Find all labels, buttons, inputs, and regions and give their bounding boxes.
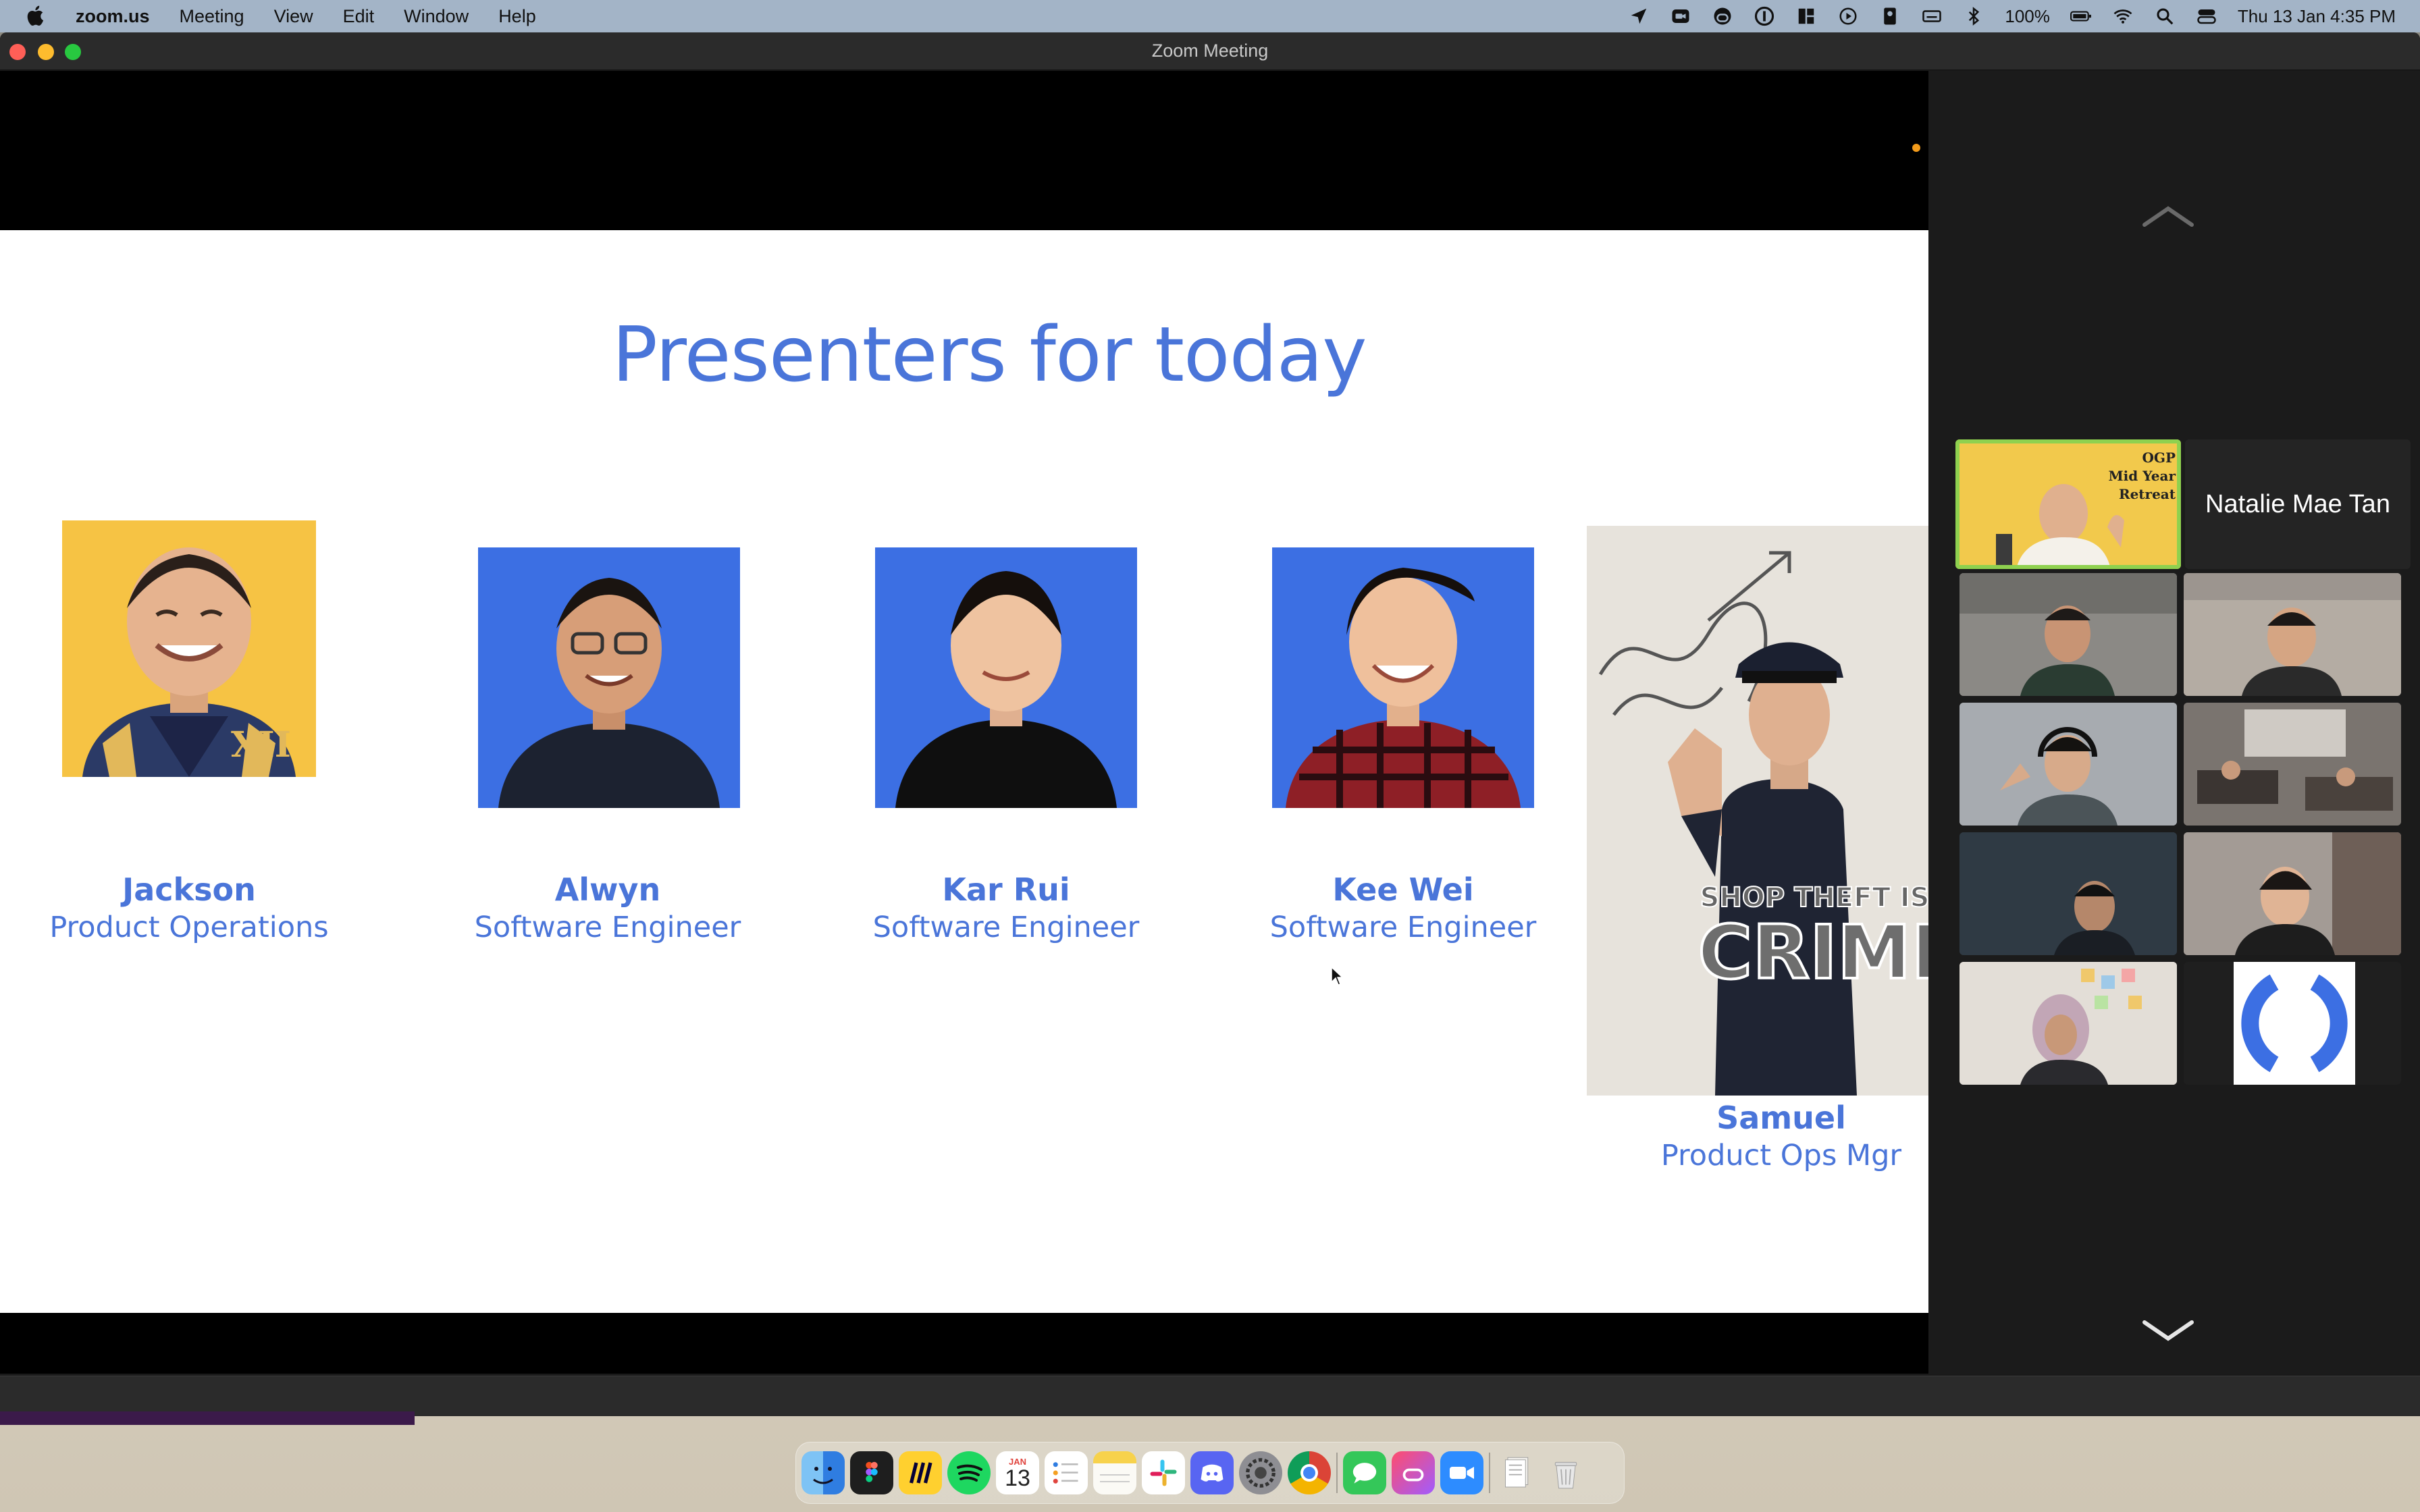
creative-cloud-app-icon[interactable] [1392, 1451, 1435, 1494]
tile-text-line: Mid Year [2108, 468, 2176, 484]
creative-cloud-icon[interactable] [1712, 5, 1733, 27]
spotify-icon[interactable] [947, 1451, 991, 1494]
participant-name: Natalie Mae Tan [2205, 489, 2390, 518]
video-tile-participant[interactable] [2184, 703, 2401, 826]
discord-icon[interactable] [1190, 1451, 1234, 1494]
documents-stack-icon[interactable] [1496, 1451, 1539, 1494]
apple-icon[interactable] [24, 4, 46, 28]
svg-text:XII: XII [231, 724, 291, 765]
maximize-window-button[interactable] [65, 44, 81, 60]
trash-icon[interactable] [1544, 1451, 1587, 1494]
mouse-cursor-icon [1331, 966, 1344, 986]
background-window-bar [0, 1411, 415, 1425]
video-tile-participant[interactable] [2184, 832, 2401, 955]
presenter-name: Kar Rui [942, 871, 1070, 908]
layout-icon[interactable] [1795, 5, 1817, 27]
video-tile-participant[interactable] [2184, 573, 2401, 696]
video-tile-active-speaker[interactable]: OGP Mid Year Retreat [1955, 439, 2181, 569]
video-tile-participant[interactable] [1959, 703, 2177, 826]
tile-text-line: OGP [2142, 450, 2176, 466]
control-center-icon[interactable] [2196, 5, 2217, 27]
presenter-role: Software Engineer [872, 911, 1140, 944]
chevron-down-icon[interactable] [2131, 1313, 2205, 1347]
poster-text-large: CRIME [1697, 908, 1928, 997]
finder-icon[interactable] [801, 1451, 845, 1494]
close-window-button[interactable] [9, 44, 26, 60]
menu-view[interactable]: View [274, 6, 313, 27]
menu-bar: zoom.us Meeting View Edit Window Help 10… [0, 0, 2420, 32]
video-tile-participant[interactable] [1959, 962, 2177, 1085]
video-tile-avatar[interactable] [2184, 962, 2401, 1085]
location-arrow-icon[interactable] [1628, 5, 1650, 27]
menu-meeting[interactable]: Meeting [180, 6, 244, 27]
messages-icon[interactable] [1343, 1451, 1386, 1494]
menu-window[interactable]: Window [404, 6, 469, 27]
figma-icon[interactable] [850, 1451, 893, 1494]
notes-icon[interactable] [1093, 1451, 1136, 1494]
presenter-photo [875, 547, 1137, 808]
dock-separator [1489, 1453, 1490, 1493]
tile-text-line: Retreat [2118, 486, 2176, 502]
chevron-up-icon[interactable] [2131, 199, 2205, 233]
presenter-photo [478, 547, 740, 808]
1password-icon[interactable] [1754, 5, 1775, 27]
zoom-window: Zoom Meeting Presenters for today XII Ja… [0, 32, 2420, 1407]
calendar-day: 13 [1005, 1465, 1030, 1491]
dock: JAN 13 [795, 1442, 1625, 1504]
spotlight-search-icon[interactable] [2154, 5, 2176, 27]
presenter-role: Software Engineer [1269, 911, 1537, 944]
presenter-photo [1272, 547, 1534, 808]
presenter-name: Jackson [122, 871, 256, 908]
gallery-panel: OGP Mid Year Retreat Natalie Mae Tan [1928, 71, 2420, 1374]
menu-app-name[interactable]: zoom.us [76, 6, 150, 27]
battery-charging-icon[interactable] [2070, 5, 2092, 27]
chrome-icon[interactable] [1288, 1451, 1331, 1494]
miro-icon[interactable] [899, 1451, 942, 1494]
tile-overlay-text: OGP Mid Year Retreat [2109, 449, 2176, 504]
battery-percent: 100% [2005, 5, 2050, 26]
calendar-icon[interactable]: JAN 13 [996, 1451, 1039, 1494]
presenter-role: Product Operations [49, 911, 329, 944]
keyboard-icon[interactable] [1921, 5, 1943, 27]
menu-help[interactable]: Help [498, 6, 536, 27]
window-title: Zoom Meeting [1151, 40, 1269, 61]
zoom-status-icon[interactable] [1670, 5, 1691, 27]
video-tile-name-only[interactable]: Natalie Mae Tan [2185, 439, 2411, 569]
screen-share-indicator [1912, 144, 1920, 152]
background-window-strip [0, 1376, 2420, 1425]
video-tile-participant[interactable] [1959, 832, 2177, 955]
menu-edit[interactable]: Edit [343, 6, 375, 27]
slide-title: Presenters for today [612, 311, 1367, 399]
contact-card-icon[interactable] [1879, 5, 1901, 27]
shared-screen[interactable]: Presenters for today XII Jackson Product… [0, 71, 1928, 1374]
play-circle-icon[interactable] [1837, 5, 1859, 27]
bluetooth-icon[interactable] [1963, 5, 1984, 27]
presenter-name: Samuel [1716, 1100, 1846, 1136]
presenter-role: Product Ops Mgr [1660, 1139, 1902, 1172]
presentation-slide: Presenters for today XII Jackson Product… [0, 230, 1928, 1313]
reminders-icon[interactable] [1045, 1451, 1088, 1494]
wifi-icon[interactable] [2112, 5, 2134, 27]
presenter-role: Software Engineer [474, 911, 741, 944]
video-tile-participant[interactable] [1959, 573, 2177, 696]
presenter-photo: SHOP THEFT IS A CRIME [1587, 526, 1928, 1096]
menubar-datetime[interactable]: Thu 13 Jan 4:35 PM [2238, 6, 2396, 27]
presenter-name: Kee Wei [1332, 871, 1474, 908]
minimize-window-button[interactable] [38, 44, 54, 60]
dock-separator [1336, 1453, 1338, 1493]
presenter-photo: XII [62, 520, 316, 777]
presenter-name: Alwyn [554, 871, 661, 908]
zoom-app-icon[interactable] [1440, 1451, 1483, 1494]
system-preferences-icon[interactable] [1239, 1451, 1282, 1494]
window-titlebar[interactable]: Zoom Meeting [0, 32, 2420, 70]
slack-icon[interactable] [1142, 1451, 1185, 1494]
participant-avatar [2234, 962, 2355, 1085]
